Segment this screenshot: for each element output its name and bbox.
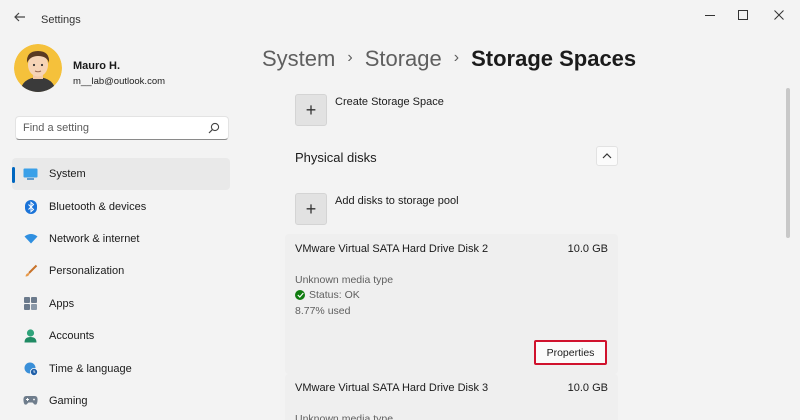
sidebar-item-gaming[interactable]: Gaming bbox=[12, 385, 230, 417]
plus-icon: + bbox=[305, 99, 317, 120]
search-icon bbox=[208, 122, 220, 134]
chevron-up-icon bbox=[602, 153, 612, 159]
physical-disks-title: Physical disks bbox=[295, 150, 377, 165]
collapse-button[interactable] bbox=[596, 146, 618, 166]
sidebar-item-personalization[interactable]: Personalization bbox=[12, 255, 230, 287]
page-title: Storage Spaces bbox=[471, 46, 637, 71]
disk-card: VMware Virtual SATA Hard Drive Disk 3 10… bbox=[285, 374, 618, 420]
disk-size: 10.0 GB bbox=[567, 382, 608, 394]
disk-name: VMware Virtual SATA Hard Drive Disk 3 bbox=[295, 382, 489, 394]
sidebar-item-label: System bbox=[49, 168, 86, 181]
sidebar-item-label: Bluetooth & devices bbox=[49, 200, 147, 213]
breadcrumb: System › Storage › Storage Spaces bbox=[262, 46, 636, 72]
create-storage-space-label[interactable]: Create Storage Space bbox=[335, 96, 444, 108]
title-bar: Settings bbox=[0, 0, 800, 32]
minimize-button[interactable] bbox=[695, 4, 725, 26]
back-button[interactable] bbox=[8, 6, 32, 28]
sidebar-item-label: Personalization bbox=[49, 265, 125, 278]
close-button[interactable] bbox=[764, 4, 794, 26]
globe-clock-icon bbox=[23, 361, 38, 376]
maximize-icon bbox=[738, 10, 748, 20]
disk-status-text: Status: OK bbox=[309, 289, 360, 301]
disk-used: 8.77% used bbox=[295, 305, 351, 317]
disk-name: VMware Virtual SATA Hard Drive Disk 2 bbox=[295, 243, 489, 255]
apps-icon bbox=[23, 296, 38, 311]
person-icon bbox=[23, 329, 38, 344]
wifi-icon bbox=[23, 231, 38, 246]
search-box[interactable] bbox=[15, 116, 229, 140]
minimize-icon bbox=[705, 15, 715, 16]
sidebar-item-label: Accounts bbox=[49, 330, 95, 343]
back-arrow-icon bbox=[14, 12, 25, 22]
properties-button[interactable]: Properties bbox=[534, 340, 607, 365]
breadcrumb-system[interactable]: System bbox=[262, 46, 335, 72]
sidebar-nav: System Bluetooth & devices Network & int… bbox=[12, 158, 230, 417]
plus-icon: + bbox=[305, 198, 317, 219]
sidebar-item-system[interactable]: System bbox=[12, 158, 230, 191]
sidebar-item-label: Time & language bbox=[49, 362, 132, 375]
bluetooth-icon bbox=[23, 199, 38, 214]
sidebar-item-label: Apps bbox=[49, 297, 75, 310]
breadcrumb-separator: › bbox=[453, 49, 460, 66]
gamepad-icon bbox=[23, 393, 38, 408]
user-name: Mauro H. bbox=[73, 60, 121, 72]
maximize-button[interactable] bbox=[728, 4, 758, 26]
active-indicator bbox=[12, 167, 15, 183]
close-icon bbox=[774, 10, 784, 20]
sidebar-item-label: Network & internet bbox=[49, 232, 140, 245]
user-email: m__lab@outlook.com bbox=[73, 76, 166, 87]
avatar bbox=[14, 44, 62, 92]
breadcrumb-separator: › bbox=[347, 49, 353, 66]
scrollbar[interactable] bbox=[786, 88, 790, 238]
sidebar-item-apps[interactable]: Apps bbox=[12, 288, 230, 320]
app-title: Settings bbox=[41, 14, 81, 26]
disk-media-type: Unknown media type bbox=[295, 274, 394, 286]
sidebar-item-network[interactable]: Network & internet bbox=[12, 223, 230, 255]
sidebar-item-bluetooth[interactable]: Bluetooth & devices bbox=[12, 190, 230, 222]
create-storage-space-button[interactable]: + bbox=[295, 94, 327, 126]
add-disks-button[interactable]: + bbox=[295, 193, 327, 225]
checkmark-icon bbox=[295, 290, 305, 300]
sidebar-item-accounts[interactable]: Accounts bbox=[12, 320, 230, 352]
sidebar-item-time-language[interactable]: Time & language bbox=[12, 352, 230, 384]
disk-media-type: Unknown media type bbox=[295, 413, 394, 420]
monitor-icon bbox=[23, 167, 38, 182]
sidebar-item-label: Gaming bbox=[49, 394, 88, 407]
disk-size: 10.0 GB bbox=[567, 243, 608, 255]
add-disks-label[interactable]: Add disks to storage pool bbox=[335, 195, 459, 207]
breadcrumb-storage[interactable]: Storage bbox=[365, 46, 442, 72]
search-input[interactable] bbox=[16, 117, 206, 139]
brush-icon bbox=[23, 264, 38, 279]
disk-status: Status: OK bbox=[295, 289, 360, 301]
